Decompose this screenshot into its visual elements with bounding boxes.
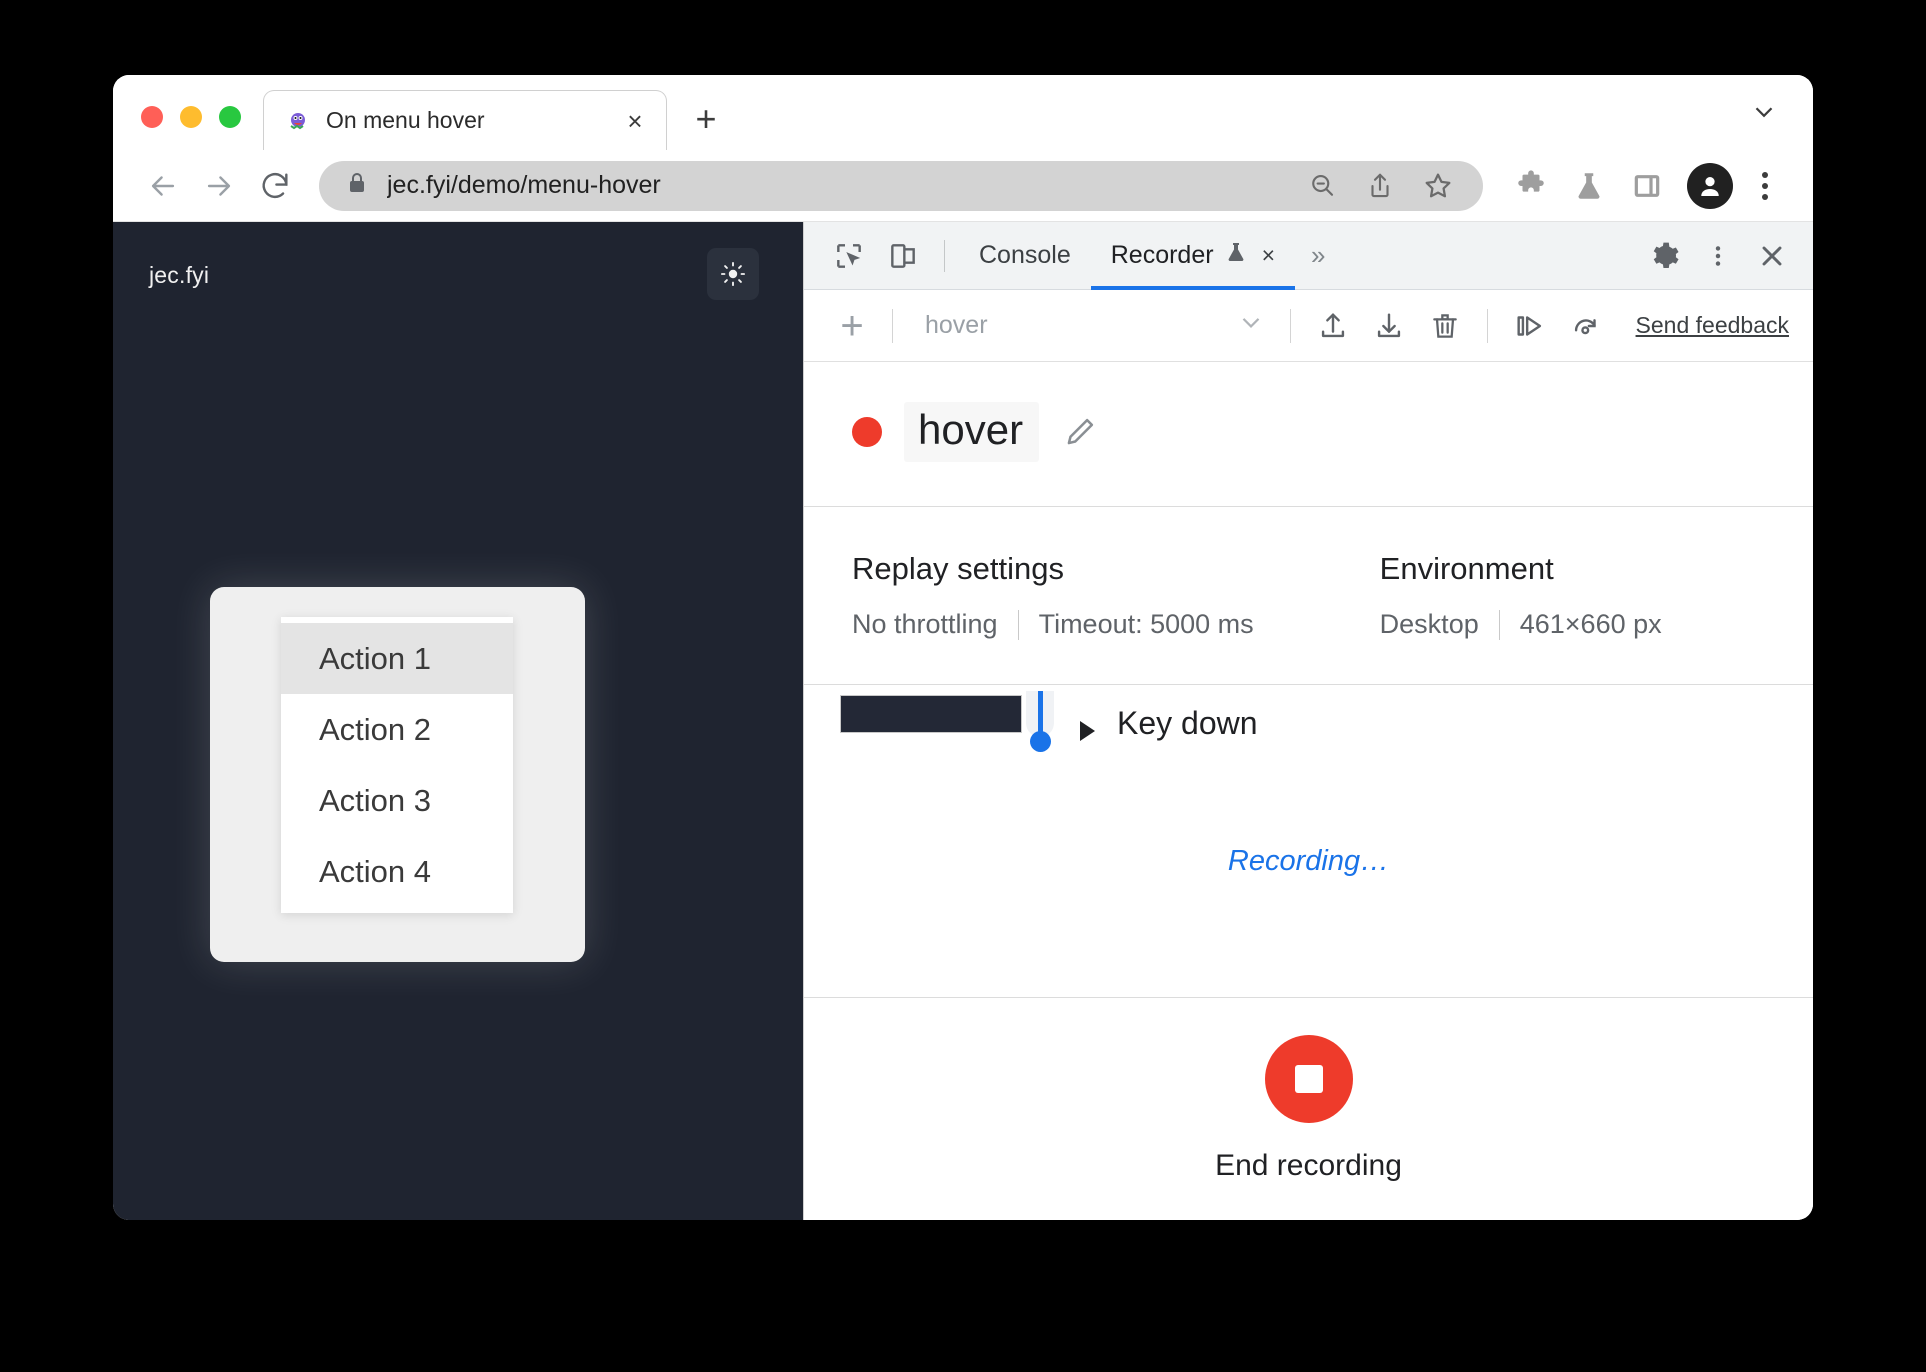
gear-icon[interactable] [1637, 229, 1691, 283]
divider [1289, 308, 1291, 343]
chevron-down-icon[interactable] [1749, 97, 1779, 132]
throttling-value[interactable]: No throttling [852, 609, 998, 640]
send-feedback-link[interactable]: Send feedback [1614, 312, 1797, 339]
timeout-value[interactable]: Timeout: 5000 ms [1039, 609, 1254, 640]
three-dot-menu-icon[interactable] [1743, 163, 1787, 209]
recording-footer: End recording [804, 998, 1813, 1220]
share-icon[interactable] [1357, 163, 1403, 209]
tab-close-button[interactable]: × [620, 106, 650, 136]
replay-settings-group: Replay settings No throttling Timeout: 5… [852, 551, 1254, 640]
zoom-out-icon[interactable] [1299, 163, 1345, 209]
address-bar[interactable]: jec.fyi/demo/menu-hover [319, 160, 1483, 211]
tab-title: On menu hover [326, 107, 485, 133]
forward-arrow-icon[interactable] [191, 158, 247, 214]
account-avatar-icon[interactable] [1687, 162, 1733, 209]
browser-tab[interactable]: On menu hover × [263, 90, 667, 150]
web-page-viewport: jec.fyi Hover me! Action 1 Action 2 Acti… [113, 222, 803, 1220]
flask-icon [1224, 239, 1248, 272]
recording-select[interactable]: hover [907, 300, 1276, 352]
import-download-icon[interactable] [1361, 300, 1417, 352]
tab-recorder-close-button[interactable]: × [1262, 242, 1275, 269]
tab-console[interactable]: Console [959, 222, 1091, 290]
step-marker-dot [1030, 731, 1051, 752]
divider [1017, 609, 1019, 640]
menu-item-action-4[interactable]: Action 4 [281, 836, 513, 907]
replay-settings-title: Replay settings [852, 551, 1064, 586]
environment-group: Environment Desktop 461×660 px [1380, 551, 1662, 640]
back-arrow-icon[interactable] [135, 158, 191, 214]
navigation-toolbar: jec.fyi/demo/menu-hover [113, 150, 1813, 222]
close-icon[interactable] [1745, 229, 1799, 283]
menu-item-action-3[interactable]: Action 3 [281, 765, 513, 836]
replay-settings-values: No throttling Timeout: 5000 ms [852, 609, 1254, 640]
tab-strip: On menu hover × + [113, 75, 1813, 150]
recording-settings: Replay settings No throttling Timeout: 5… [804, 507, 1813, 685]
flask-icon[interactable] [1563, 160, 1615, 212]
recording-select-value: hover [925, 311, 988, 339]
three-dot-menu-icon[interactable] [1691, 229, 1745, 283]
close-window-button[interactable] [141, 106, 163, 128]
window-content: jec.fyi Hover me! Action 1 Action 2 Acti… [113, 222, 1813, 1220]
step-row[interactable]: Key down [1018, 691, 1258, 767]
star-icon[interactable] [1415, 163, 1461, 209]
replay-speed-icon[interactable] [1558, 300, 1614, 352]
step-label: Key down [1117, 705, 1258, 741]
environment-title: Environment [1379, 551, 1554, 586]
lock-icon [345, 170, 369, 201]
browser-window: On menu hover × + jec.fyi/demo/menu-hove… [113, 75, 1813, 1220]
puzzle-piece-icon[interactable] [1505, 160, 1557, 212]
pencil-edit-icon[interactable] [1061, 413, 1099, 451]
step-screenshot-thumbnail [840, 695, 1022, 733]
device-value: Desktop [1379, 609, 1479, 639]
device-toolbar-icon[interactable] [876, 229, 930, 283]
recording-red-dot [852, 417, 882, 447]
new-tab-button[interactable]: + [689, 101, 723, 137]
side-panel-icon[interactable] [1621, 160, 1673, 212]
environment-values: Desktop 461×660 px [1380, 609, 1662, 640]
page-brand: jec.fyi [149, 262, 210, 288]
reload-icon[interactable] [247, 158, 303, 214]
url-text: jec.fyi/demo/menu-hover [387, 171, 661, 199]
triangle-right-icon[interactable] [1080, 721, 1095, 741]
devtools-tab-bar: Console Recorder × » [804, 222, 1813, 290]
recorder-toolbar: + hover Send feedback [804, 290, 1813, 362]
chevron-down-icon [1236, 307, 1266, 344]
recording-steps: Key down Recording… [804, 685, 1813, 998]
menu-item-action-1[interactable]: Action 1 [281, 623, 513, 694]
menu-item-action-2[interactable]: Action 2 [281, 694, 513, 765]
tab-console-label: Console [979, 241, 1071, 269]
divider [1486, 308, 1488, 343]
divider [892, 308, 893, 343]
inspect-cursor-icon[interactable] [822, 229, 876, 283]
tabs-overflow-button[interactable]: » [1295, 240, 1341, 271]
export-upload-icon[interactable] [1305, 300, 1361, 352]
minimize-window-button[interactable] [180, 106, 202, 128]
tab-recorder-label: Recorder [1110, 241, 1214, 269]
window-controls [113, 106, 263, 150]
sun-icon[interactable] [707, 248, 759, 300]
dropdown-menu: Action 1 Action 2 Action 3 Action 4 [281, 617, 513, 913]
maximize-window-button[interactable] [219, 106, 241, 128]
viewport-value: 461×660 px [1519, 609, 1662, 639]
step-timeline-rail [1018, 691, 1062, 767]
puffer-fish-favicon [290, 112, 305, 129]
add-recording-button[interactable]: + [826, 300, 878, 352]
end-recording-label: End recording [1215, 1149, 1402, 1182]
trash-icon[interactable] [1417, 300, 1473, 352]
divider [1498, 609, 1500, 640]
recording-name[interactable]: hover [904, 402, 1040, 462]
divider [944, 239, 945, 272]
tab-recorder[interactable]: Recorder × [1091, 222, 1295, 290]
step-replay-icon[interactable] [1502, 300, 1558, 352]
stop-square-icon [1294, 1065, 1323, 1093]
recording-header: hover [804, 362, 1813, 507]
devtools-panel: Console Recorder × » + hover Send feedba… [803, 222, 1813, 1220]
recording-status-text: Recording… [1227, 845, 1390, 877]
hover-menu-card[interactable]: Hover me! Action 1 Action 2 Action 3 Act… [210, 587, 585, 962]
end-recording-button[interactable] [1264, 1035, 1353, 1123]
